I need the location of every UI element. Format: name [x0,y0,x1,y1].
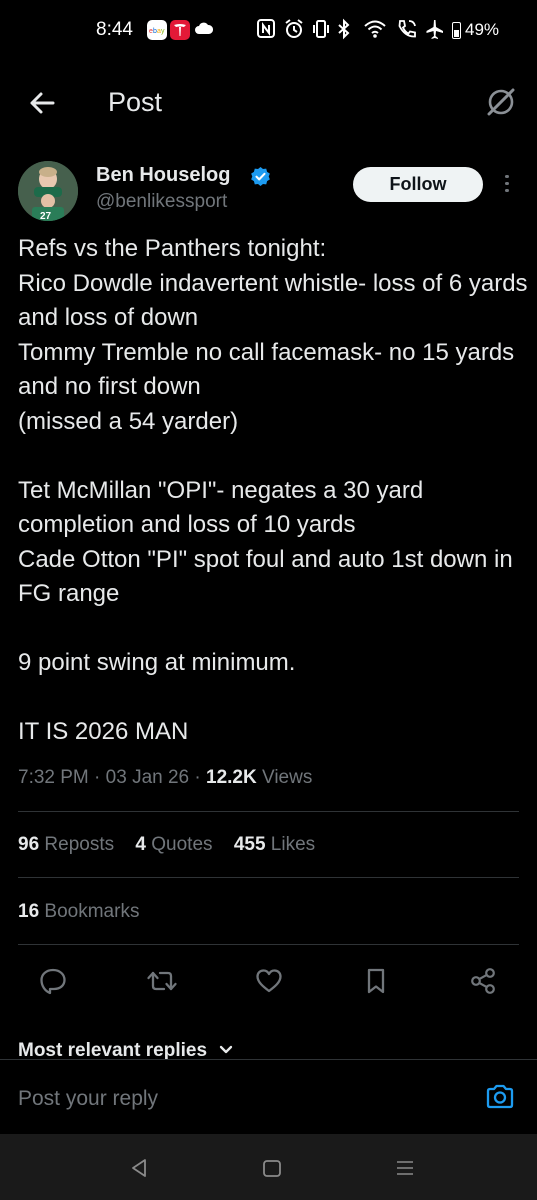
divider [18,877,519,878]
chevron-down-icon [220,1045,233,1054]
engagement-stats: 96 Reposts 4 Quotes 455 Likes [18,834,331,856]
replies-sort-label: Most relevant replies [18,1040,208,1061]
likes-count: 455 [233,834,266,855]
wifi-calling-icon [396,18,418,46]
divider [18,944,519,945]
airplane-mode-icon [423,18,445,46]
wifi-icon [363,18,387,46]
share-icon[interactable] [466,964,500,998]
svg-text:27: 27 [40,211,52,221]
tesla-app-icon [170,20,190,40]
ebay-app-icon: ebay [147,20,167,40]
author-name[interactable]: Ben Houselog [96,164,230,187]
battery-percentage: 49% [465,20,500,39]
repost-icon[interactable] [145,964,179,998]
bookmark-icon[interactable] [359,964,393,998]
status-time: 8:44 [96,19,133,40]
reply-input[interactable] [18,1082,458,1116]
post-metadata: 7:32 PM · 03 Jan 26 · 12.2K Views [18,767,312,789]
nav-back-icon[interactable] [128,1157,150,1179]
alarm-icon [284,18,304,46]
bookmarks-count: 16 [18,901,40,922]
reposts-label: Reposts [44,834,115,855]
meta-separator: · [194,767,207,788]
author-handle[interactable]: @benlikessport [96,191,227,213]
grok-icon[interactable] [484,85,518,119]
quotes-label: Quotes [151,834,213,855]
quotes-stat[interactable]: 4 Quotes [135,834,212,855]
cloud-icon [195,18,214,46]
avatar[interactable]: 27 [18,161,78,221]
like-icon[interactable] [252,964,286,998]
composer-divider [0,1059,537,1060]
likes-stat[interactable]: 455 Likes [234,834,315,855]
follow-button[interactable]: Follow [353,167,483,202]
reposts-count: 96 [18,834,40,855]
nfc-icon [257,18,275,46]
camera-icon[interactable] [484,1081,516,1113]
bluetooth-icon [336,18,352,46]
nav-home-icon[interactable] [261,1157,283,1179]
system-navigation-bar [0,1134,537,1200]
post-text: Refs vs the Panthers tonight: Rico Dowdl… [18,235,528,745]
views-label: Views [262,767,313,788]
battery-icon [452,22,461,39]
likes-label: Likes [270,834,316,855]
post-date: 03 Jan 26 [105,767,190,788]
status-bar: 8:44 ebay 49% [0,0,537,62]
views-count: 12.2K [206,767,257,788]
reply-icon[interactable] [36,964,70,998]
back-arrow-icon[interactable] [26,87,58,119]
post-time: 7:32 PM [18,767,89,788]
svg-text:y: y [161,28,165,35]
bookmarks-label: Bookmarks [44,901,140,922]
bookmarks-stat[interactable]: 16 Bookmarks [18,901,139,923]
verified-badge-icon [250,166,271,187]
quotes-count: 4 [135,834,146,855]
page-title: Post [108,87,163,117]
vibrate-icon [311,18,331,46]
more-options-icon[interactable] [500,175,514,197]
reposts-stat[interactable]: 96 Reposts [18,834,114,855]
meta-separator: · [94,767,106,788]
nav-recents-icon[interactable] [394,1157,416,1179]
divider [18,811,519,812]
